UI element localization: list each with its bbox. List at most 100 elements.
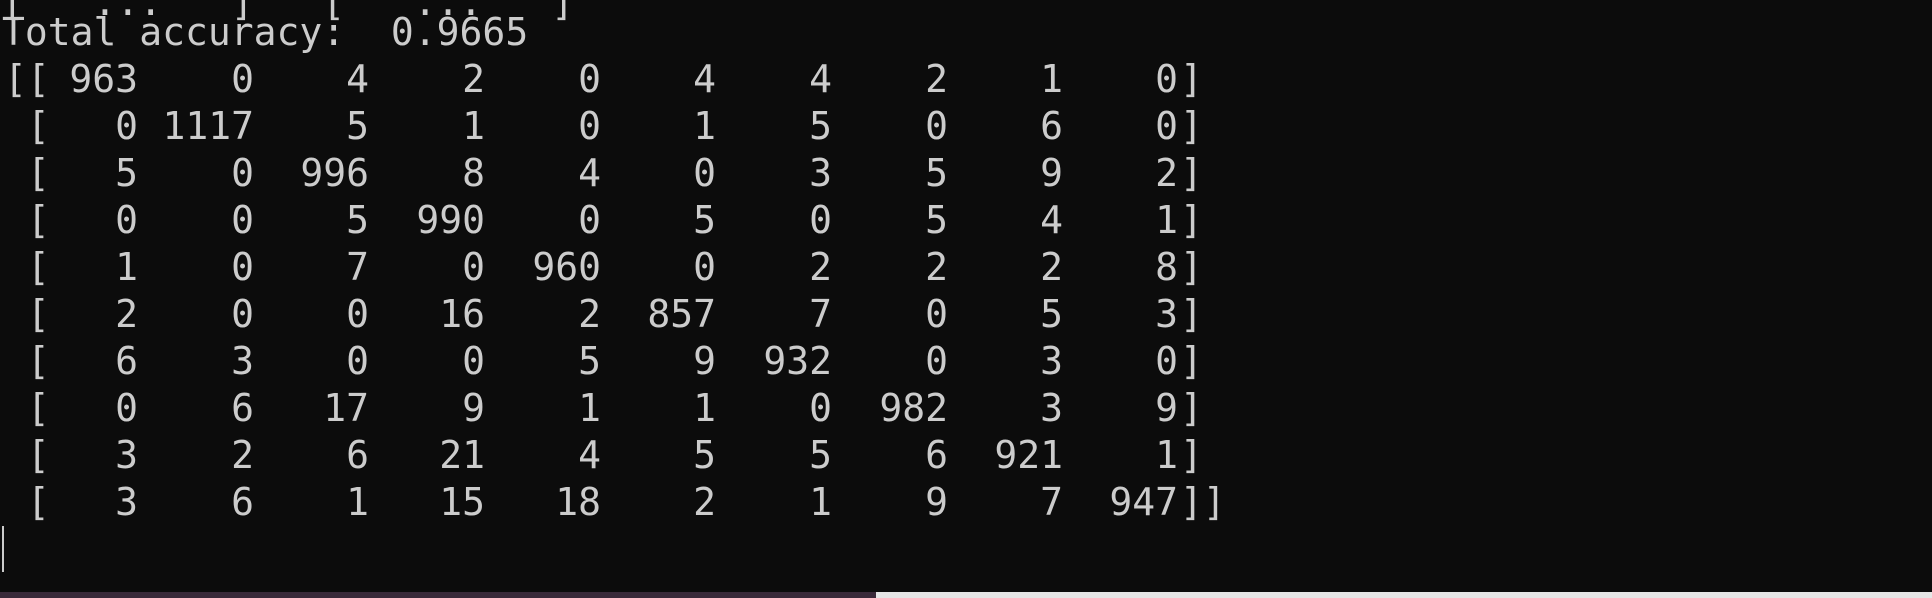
matrix-cell: 18 bbox=[555, 480, 601, 524]
matrix-cell: 1 bbox=[115, 245, 138, 289]
matrix-cell: 990 bbox=[416, 198, 485, 242]
row-close-bracket: ] bbox=[1180, 292, 1203, 336]
matrix-cell: 2 bbox=[115, 292, 138, 336]
matrix-cell: 6 bbox=[1040, 104, 1063, 148]
matrix-cell: 5 bbox=[115, 151, 138, 195]
matrix-cell: 4 bbox=[578, 151, 601, 195]
matrix-cell: 0 bbox=[346, 339, 369, 383]
matrix-cell: 0 bbox=[1155, 57, 1178, 101]
matrix-cell: 3 bbox=[231, 339, 254, 383]
row-close-bracket: ] bbox=[1180, 386, 1203, 430]
matrix-cell: 0 bbox=[578, 198, 601, 242]
matrix-cell: 5 bbox=[1040, 292, 1063, 336]
matrix-cell: 1 bbox=[809, 480, 832, 524]
matrix-cell: 1117 bbox=[162, 104, 254, 148]
matrix-cell: 960 bbox=[532, 245, 601, 289]
matrix-cell: 21 bbox=[439, 433, 485, 477]
matrix-cell: 2 bbox=[925, 57, 948, 101]
matrix-cell: 5 bbox=[346, 198, 369, 242]
matrix-cell: 0 bbox=[115, 198, 138, 242]
matrix-cell: 857 bbox=[647, 292, 716, 336]
matrix-cell: 932 bbox=[763, 339, 832, 383]
matrix-cell: 0 bbox=[693, 151, 716, 195]
matrix-cell: 0 bbox=[925, 292, 948, 336]
matrix-cell: 921 bbox=[994, 433, 1063, 477]
matrix-cell: 8 bbox=[1155, 245, 1178, 289]
terminal-window[interactable]: [ ... ] [ ... ] Total accuracy: 0.9665 [… bbox=[0, 0, 1932, 598]
matrix-cell: 0 bbox=[231, 245, 254, 289]
matrix-cell: 0 bbox=[693, 245, 716, 289]
matrix-cell: 2 bbox=[925, 245, 948, 289]
row-close-bracket: ] bbox=[1180, 339, 1203, 383]
matrix-cell: 6 bbox=[231, 480, 254, 524]
matrix-cell: 5 bbox=[346, 104, 369, 148]
matrix-cell: 4 bbox=[693, 57, 716, 101]
matrix-cell: 2 bbox=[1040, 245, 1063, 289]
matrix-cell: 0 bbox=[462, 245, 485, 289]
matrix-cell: 5 bbox=[578, 339, 601, 383]
matrix-cell: 5 bbox=[925, 198, 948, 242]
matrix-cell: 0 bbox=[809, 386, 832, 430]
matrix-cell: 5 bbox=[809, 433, 832, 477]
row-close-bracket: ] bbox=[1180, 104, 1203, 148]
matrix-cell: 0 bbox=[462, 339, 485, 383]
matrix-cell: 17 bbox=[323, 386, 369, 430]
bottom-bar bbox=[0, 592, 1932, 598]
matrix-cell: 0 bbox=[346, 292, 369, 336]
matrix-cell: 2 bbox=[1155, 151, 1178, 195]
matrix-cell: 5 bbox=[693, 433, 716, 477]
matrix-cell: 8 bbox=[462, 151, 485, 195]
matrix-cell: 6 bbox=[346, 433, 369, 477]
matrix-cell: 996 bbox=[300, 151, 369, 195]
matrix-cell: 1 bbox=[462, 104, 485, 148]
matrix-cell: 16 bbox=[439, 292, 485, 336]
matrix-cell: 3 bbox=[115, 480, 138, 524]
matrix-cell: 1 bbox=[1155, 198, 1178, 242]
matrix-cell: 4 bbox=[578, 433, 601, 477]
matrix-cell: 0 bbox=[115, 386, 138, 430]
matrix-cell: 9 bbox=[925, 480, 948, 524]
matrix-cell: 4 bbox=[346, 57, 369, 101]
matrix-cell: 0 bbox=[1155, 339, 1178, 383]
text-cursor bbox=[2, 526, 4, 572]
matrix-cell: 5 bbox=[925, 151, 948, 195]
matrix-cell: 7 bbox=[809, 292, 832, 336]
matrix-cell: 2 bbox=[578, 292, 601, 336]
matrix-cell: 0 bbox=[231, 292, 254, 336]
matrix-cell: 3 bbox=[809, 151, 832, 195]
matrix-cell: 1 bbox=[693, 104, 716, 148]
bottom-bar-accent bbox=[0, 592, 876, 598]
matrix-cell: 0 bbox=[925, 104, 948, 148]
matrix-cell: 947 bbox=[1109, 480, 1178, 524]
matrix-cell: 5 bbox=[693, 198, 716, 242]
matrix-cell: 0 bbox=[231, 198, 254, 242]
matrix-cell: 5 bbox=[809, 104, 832, 148]
matrix-cell: 15 bbox=[439, 480, 485, 524]
matrix-cell: 3 bbox=[1155, 292, 1178, 336]
matrix-cell: 0 bbox=[925, 339, 948, 383]
matrix-cell: 0 bbox=[578, 104, 601, 148]
matrix-cell: 2 bbox=[231, 433, 254, 477]
matrix-cell: 3 bbox=[115, 433, 138, 477]
matrix-cell: 7 bbox=[346, 245, 369, 289]
matrix-cell: 0 bbox=[1155, 104, 1178, 148]
matrix-cell: 0 bbox=[115, 104, 138, 148]
row-close-bracket: ] bbox=[1180, 198, 1203, 242]
matrix-cell: 2 bbox=[809, 245, 832, 289]
matrix-cell: 9 bbox=[1155, 386, 1178, 430]
matrix-cell: 1 bbox=[346, 480, 369, 524]
accuracy-output-line: Total accuracy: 0.9665 bbox=[2, 10, 529, 54]
matrix-cell: 0 bbox=[231, 151, 254, 195]
matrix-cell: 2 bbox=[462, 57, 485, 101]
matrix-cell: 0 bbox=[809, 198, 832, 242]
matrix-cell: 7 bbox=[1040, 480, 1063, 524]
matrix-cell: 4 bbox=[1040, 198, 1063, 242]
row-close-bracket: ] bbox=[1180, 245, 1203, 289]
matrix-cell: 3 bbox=[1040, 386, 1063, 430]
matrix-cell: 1 bbox=[578, 386, 601, 430]
matrix-cell: 9 bbox=[693, 339, 716, 383]
matrix-cell: 0 bbox=[231, 57, 254, 101]
horizontal-scrollbar-thumb[interactable] bbox=[876, 592, 1932, 598]
matrix-cell: 982 bbox=[879, 386, 948, 430]
matrix-cell: 1 bbox=[1040, 57, 1063, 101]
